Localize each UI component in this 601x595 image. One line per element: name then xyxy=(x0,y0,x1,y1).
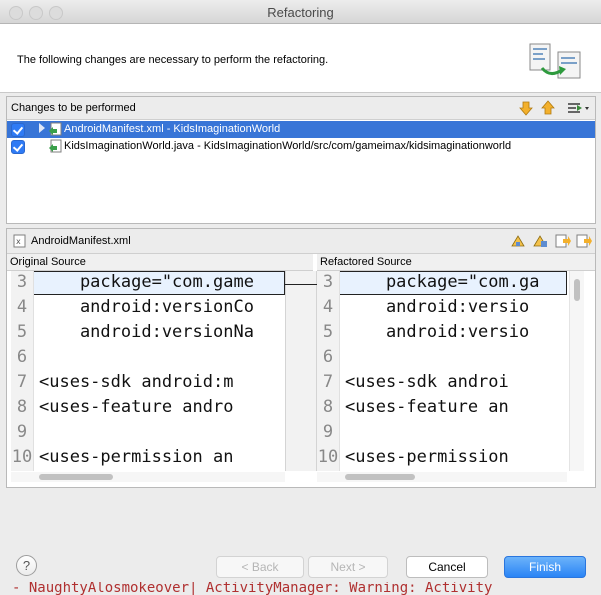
line-number: 8 xyxy=(16,397,28,417)
line-number: 10 xyxy=(317,447,339,467)
change-item-checkbox[interactable] xyxy=(11,123,25,137)
original-horizontal-scrollbar[interactable] xyxy=(11,472,285,482)
diff-connector-line xyxy=(285,284,317,285)
line-number: 6 xyxy=(16,347,28,367)
window-title: Refactoring xyxy=(267,5,334,20)
change-item[interactable]: AndroidManifest.xml - KidsImaginationWor… xyxy=(7,121,595,138)
changes-header-label: Changes to be performed xyxy=(11,102,136,114)
line-number: 9 xyxy=(322,422,334,442)
svg-text:x: x xyxy=(16,237,21,246)
copy-current-left-icon[interactable] xyxy=(532,233,548,249)
change-item-checkbox[interactable] xyxy=(11,140,25,154)
filter-changes-icon[interactable] xyxy=(567,100,591,116)
change-item-label: KidsImaginationWorld.java - KidsImaginat… xyxy=(64,140,512,152)
line-number: 8 xyxy=(322,397,334,417)
refactored-source-header: Refactored Source xyxy=(317,254,595,271)
code-line: <uses-feature andro xyxy=(39,397,234,417)
original-source-header: Original Source xyxy=(7,254,313,271)
line-number: 9 xyxy=(16,422,28,442)
scrollbar-thumb[interactable] xyxy=(574,279,580,301)
diff-center-gutter xyxy=(285,271,317,471)
refactored-source-label: Refactored Source xyxy=(320,256,412,268)
xml-change-icon xyxy=(49,122,62,136)
compare-file-name: AndroidManifest.xml xyxy=(31,235,131,247)
window-title-bar: Refactoring xyxy=(0,0,601,24)
cancel-button[interactable]: Cancel xyxy=(406,556,488,578)
line-number: 7 xyxy=(16,372,28,392)
next-difference-icon[interactable] xyxy=(555,233,571,249)
previous-difference-icon[interactable] xyxy=(576,233,592,249)
next-button[interactable]: Next > xyxy=(308,556,388,578)
xml-file-icon: x xyxy=(13,234,26,248)
original-source-label: Original Source xyxy=(10,256,86,268)
line-number: 3 xyxy=(16,272,28,292)
wizard-banner: The following changes are necessary to p… xyxy=(0,24,601,93)
java-change-icon xyxy=(49,139,62,153)
code-line: <uses-permission an xyxy=(39,447,234,467)
compare-panel: x AndroidManifest.xml Original Source Re… xyxy=(6,228,596,488)
scrollbar-thumb[interactable] xyxy=(39,474,113,480)
scrollbar-thumb[interactable] xyxy=(345,474,415,480)
line-number: 5 xyxy=(322,322,334,342)
previous-change-icon[interactable] xyxy=(540,100,556,116)
line-number: 4 xyxy=(16,297,28,317)
refactored-horizontal-scrollbar[interactable] xyxy=(317,472,567,482)
code-line: android:versio xyxy=(345,322,530,342)
copy-all-left-icon[interactable] xyxy=(510,233,526,249)
refactoring-wizard-icon xyxy=(529,43,581,79)
original-source-editor[interactable]: 3 package="com.game 4 android:versionCo 5 … xyxy=(11,271,285,471)
finish-button[interactable]: Finish xyxy=(504,556,586,578)
line-number: 6 xyxy=(322,347,334,367)
change-item-label: AndroidManifest.xml - KidsImaginationWor… xyxy=(64,123,281,135)
next-change-icon[interactable] xyxy=(518,100,534,116)
code-line: package="com.ga xyxy=(345,272,540,292)
back-button[interactable]: < Back xyxy=(216,556,304,578)
changes-header: Changes to be performed xyxy=(7,97,595,120)
line-number: 7 xyxy=(322,372,334,392)
code-line: <uses-sdk androi xyxy=(345,372,509,392)
compare-file-header: x AndroidManifest.xml xyxy=(7,229,595,254)
line-number: 5 xyxy=(16,322,28,342)
line-number: 3 xyxy=(322,272,334,292)
code-line: <uses-permission xyxy=(345,447,509,467)
changes-tree-panel: Changes to be performed AndroidManifest.… xyxy=(6,96,596,224)
help-button[interactable]: ? xyxy=(16,555,37,576)
code-line: android:versionNa xyxy=(39,322,254,342)
background-console-text: - NaughtyAlosmokeover| ActivityManager: … xyxy=(12,582,493,595)
change-item[interactable]: KidsImaginationWorld.java - KidsImaginat… xyxy=(7,138,595,155)
code-line: android:versionCo xyxy=(39,297,254,317)
line-number: 4 xyxy=(322,297,334,317)
banner-message: The following changes are necessary to p… xyxy=(17,54,329,66)
refactored-source-editor[interactable]: 3 package="com.ga 4 android:versio 5 andro… xyxy=(317,271,567,471)
code-line: <uses-feature an xyxy=(345,397,509,417)
line-number: 10 xyxy=(11,447,33,467)
code-line: <uses-sdk android:m xyxy=(39,372,234,392)
code-line: android:versio xyxy=(345,297,530,317)
expand-arrow-icon[interactable] xyxy=(39,123,45,133)
refactored-vertical-scrollbar[interactable] xyxy=(569,271,584,471)
code-line: package="com.game xyxy=(39,272,254,292)
